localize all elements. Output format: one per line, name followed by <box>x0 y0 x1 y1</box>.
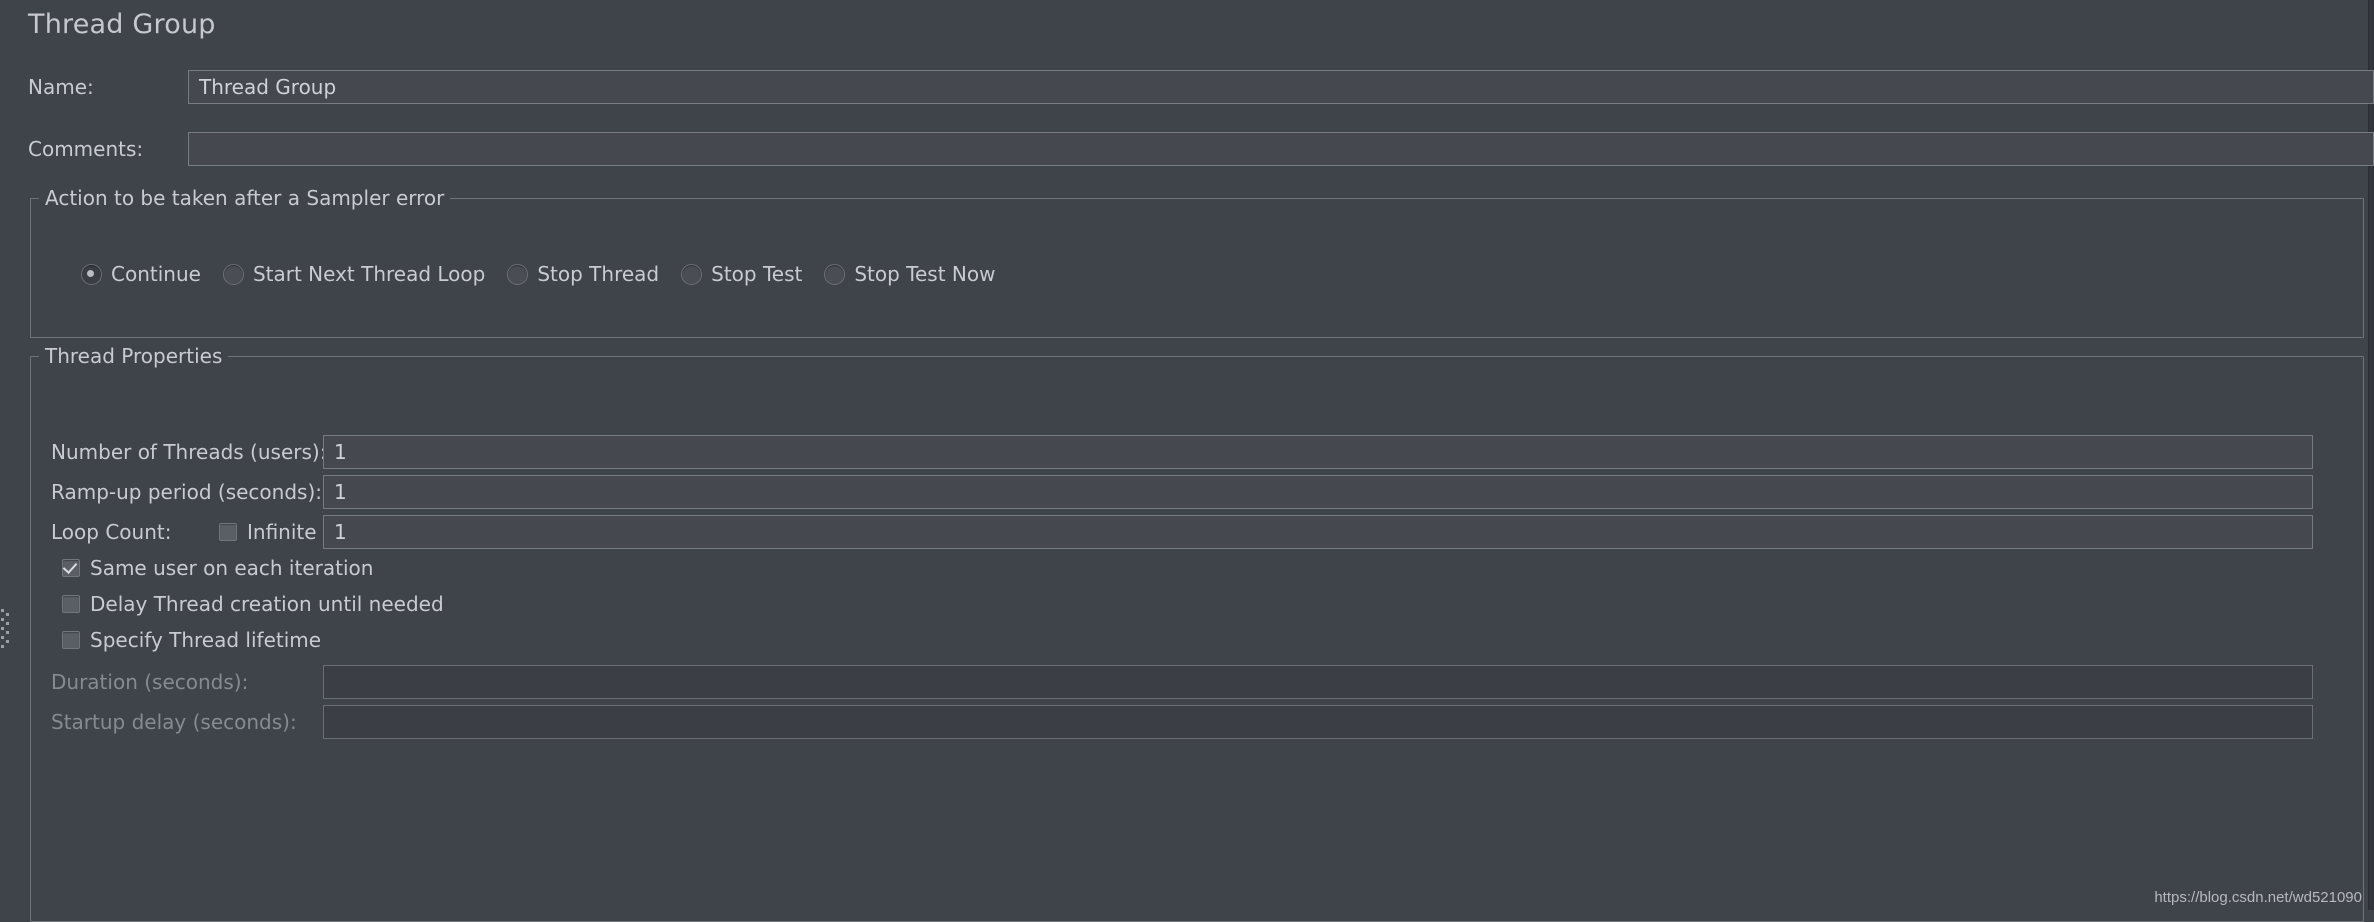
duration-label: Duration (seconds): <box>51 670 249 694</box>
startup-delay-label: Startup delay (seconds): <box>51 710 297 734</box>
radio-unselected-icon <box>824 263 846 285</box>
loop-count-input[interactable]: 1 <box>323 515 2313 549</box>
thread-group-panel: Thread Group Name: Thread Group Comments… <box>0 0 2374 922</box>
checkbox-unchecked-icon <box>62 595 80 613</box>
name-label: Name: <box>28 75 94 99</box>
same-user-label: Same user on each iteration <box>90 556 374 580</box>
specify-thread-lifetime-label: Specify Thread lifetime <box>90 628 322 652</box>
name-input[interactable]: Thread Group <box>188 70 2374 104</box>
page-title: Thread Group <box>28 9 216 40</box>
radio-unselected-icon <box>507 263 529 285</box>
radio-stop-test-now[interactable]: Stop Test Now <box>824 262 996 286</box>
radio-continue-label: Continue <box>111 262 201 286</box>
name-row: Name: Thread Group <box>28 70 2374 104</box>
rampup-period-row: Ramp-up period (seconds): 1 <box>51 475 2313 509</box>
comments-label: Comments: <box>28 137 144 161</box>
radio-unselected-icon <box>222 263 244 285</box>
radio-stop-thread[interactable]: Stop Thread <box>507 262 660 286</box>
number-of-threads-row: Number of Threads (users): 1 <box>51 435 2313 469</box>
thread-properties-groupbox: Thread Properties Number of Threads (use… <box>30 343 2364 922</box>
loop-count-row: Loop Count: Infinite 1 <box>51 515 2313 549</box>
loop-infinite-checkbox[interactable]: Infinite <box>219 515 317 549</box>
sampler-error-groupbox: Action to be taken after a Sampler error… <box>30 185 2364 338</box>
radio-stop-test[interactable]: Stop Test <box>681 262 803 286</box>
number-of-threads-label: Number of Threads (users): <box>51 440 327 464</box>
sampler-error-radio-group: Continue Start Next Thread Loop Stop Thr… <box>81 259 1017 289</box>
rampup-period-input[interactable]: 1 <box>323 475 2313 509</box>
radio-selected-icon <box>81 263 102 285</box>
thread-properties-legend: Thread Properties <box>39 343 229 369</box>
loop-infinite-label: Infinite <box>247 520 317 544</box>
radio-stop-thread-label: Stop Thread <box>537 262 660 286</box>
comments-input[interactable] <box>188 132 2374 166</box>
checkbox-checked-icon <box>62 559 80 577</box>
duration-row: Duration (seconds): <box>51 665 2313 699</box>
rampup-period-label: Ramp-up period (seconds): <box>51 480 322 504</box>
radio-unselected-icon <box>681 263 703 285</box>
radio-start-next-thread-loop-label: Start Next Thread Loop <box>252 262 486 286</box>
radio-stop-test-now-label: Stop Test Now <box>854 262 996 286</box>
checkbox-unchecked-icon <box>219 523 237 541</box>
radio-continue[interactable]: Continue <box>81 262 201 286</box>
delay-thread-creation-label: Delay Thread creation until needed <box>90 592 444 616</box>
split-pane-drag-handle[interactable] <box>0 607 11 667</box>
radio-stop-test-label: Stop Test <box>711 262 803 286</box>
loop-count-label: Loop Count: <box>51 520 172 544</box>
number-of-threads-input[interactable]: 1 <box>323 435 2313 469</box>
specify-thread-lifetime-checkbox[interactable]: Specify Thread lifetime <box>62 625 321 655</box>
checkbox-unchecked-icon <box>62 631 80 649</box>
watermark-text: https://blog.csdn.net/wd521090 <box>2154 889 2362 906</box>
comments-row: Comments: <box>28 132 2374 166</box>
radio-start-next-thread-loop[interactable]: Start Next Thread Loop <box>222 262 486 286</box>
startup-delay-row: Startup delay (seconds): <box>51 705 2313 739</box>
delay-thread-creation-checkbox[interactable]: Delay Thread creation until needed <box>62 589 444 619</box>
duration-input <box>323 665 2313 699</box>
sampler-error-legend: Action to be taken after a Sampler error <box>39 185 451 211</box>
startup-delay-input <box>323 705 2313 739</box>
same-user-checkbox[interactable]: Same user on each iteration <box>62 553 373 583</box>
